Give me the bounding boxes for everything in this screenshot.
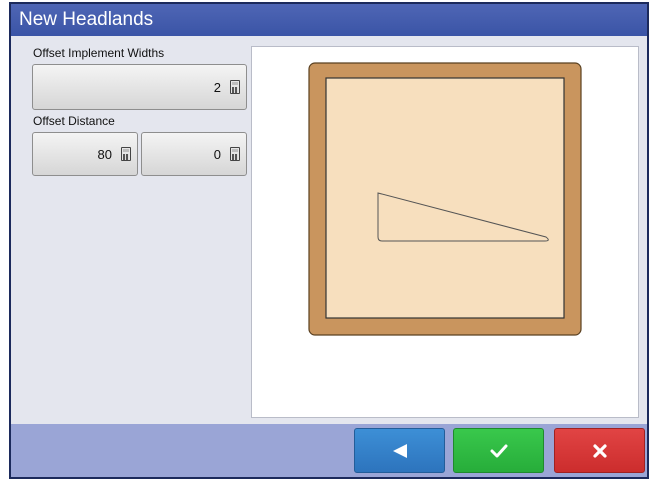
dialog-title: New Headlands: [11, 4, 647, 36]
accept-button[interactable]: [453, 428, 544, 473]
offset-distance-primary-value: 80: [97, 146, 112, 162]
left-arrow-icon: [392, 443, 407, 458]
headland-preview-panel: [251, 46, 639, 418]
footer-bar: [11, 424, 647, 477]
new-headlands-dialog: New Headlands Offset Implement Widths 2 …: [9, 2, 649, 479]
back-button[interactable]: [354, 428, 445, 473]
offset-distance-secondary-value: 0: [213, 146, 221, 162]
checkmark-icon: [490, 444, 507, 457]
offset-implement-widths-label: Offset Implement Widths: [33, 46, 165, 60]
settings-panel: Offset Implement Widths 2 Offset Distanc…: [11, 36, 247, 424]
offset-distance-primary-field[interactable]: 80: [32, 132, 138, 176]
calculator-icon: [230, 80, 240, 94]
offset-distance-label: Offset Distance: [33, 114, 115, 128]
cancel-button[interactable]: [554, 428, 645, 473]
calculator-icon: [230, 147, 240, 161]
x-icon: [592, 443, 607, 458]
field-interior: [325, 77, 565, 319]
offset-implement-widths-field[interactable]: 2: [32, 64, 247, 110]
offset-implement-widths-value: 2: [213, 79, 221, 95]
headland-preview-diagram: [308, 62, 582, 336]
calculator-icon: [121, 147, 131, 161]
offset-distance-secondary-field[interactable]: 0: [141, 132, 247, 176]
